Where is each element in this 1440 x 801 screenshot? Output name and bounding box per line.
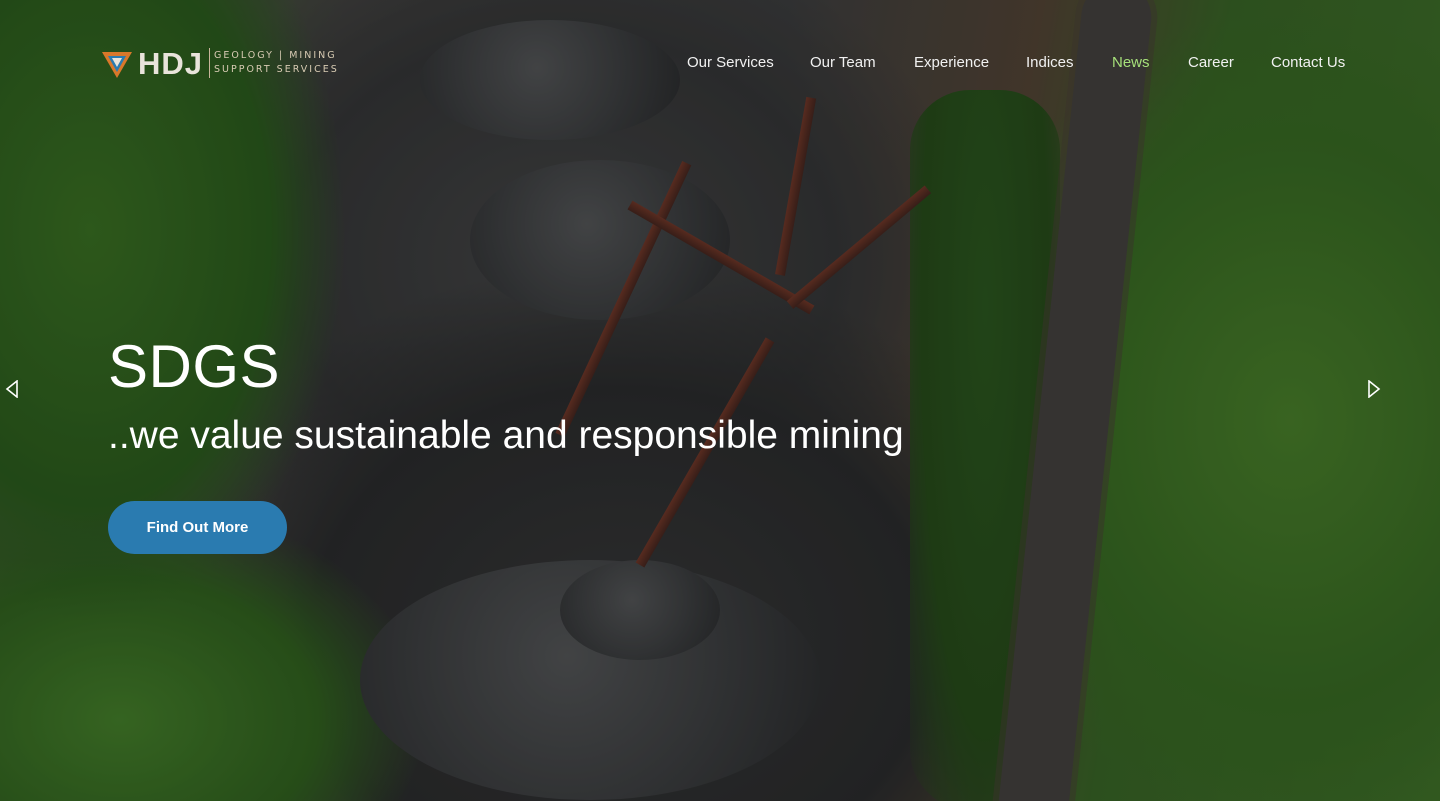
logo-link[interactable]: HDJ GEOLOGY | MINING SUPPORT SERVICES — [100, 44, 339, 82]
hero-subtitle: ..we value sustainable and responsible m… — [108, 414, 904, 457]
chevron-left-icon — [5, 378, 19, 403]
find-out-more-button[interactable]: Find Out More — [108, 501, 287, 554]
site-header: HDJ GEOLOGY | MINING SUPPORT SERVICES Ou… — [0, 0, 1440, 120]
nav-item-career[interactable]: Career — [1188, 54, 1234, 72]
logo-divider — [209, 48, 211, 78]
chevron-right-icon — [1367, 378, 1381, 403]
nav-item-our-services[interactable]: Our Services — [687, 54, 774, 72]
nav-item-experience[interactable]: Experience — [914, 54, 989, 72]
nav-item-contact-us[interactable]: Contact Us — [1271, 54, 1345, 72]
logo-tagline: GEOLOGY | MINING SUPPORT SERVICES — [214, 49, 339, 77]
slider-prev-button[interactable] — [2, 378, 22, 403]
logo-tagline-line1: GEOLOGY | MINING — [214, 50, 337, 61]
triangle-logo-icon — [100, 46, 134, 80]
hero-title: SDGS — [108, 333, 281, 400]
nav-item-indices[interactable]: Indices — [1026, 54, 1074, 72]
slider-next-button[interactable] — [1364, 378, 1384, 403]
nav-item-news[interactable]: News — [1112, 54, 1150, 72]
nav-item-our-team[interactable]: Our Team — [810, 54, 876, 72]
logo-tagline-line2: SUPPORT SERVICES — [214, 64, 339, 75]
logo-wordmark: HDJ — [138, 45, 204, 81]
